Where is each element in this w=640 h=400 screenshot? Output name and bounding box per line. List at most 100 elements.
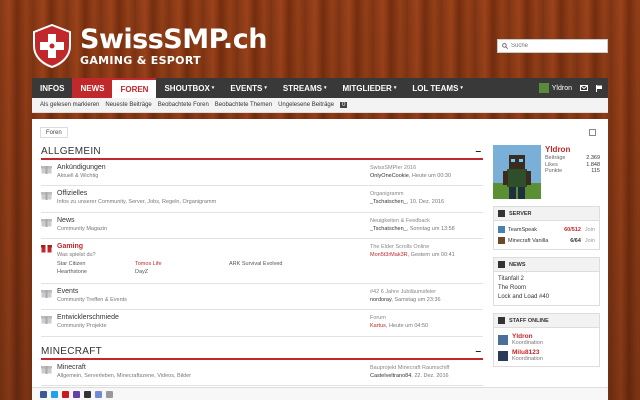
- chevron-down-icon: ▾: [323, 85, 327, 91]
- last-post-user[interactable]: Mon5t3rMak3R: [370, 252, 408, 258]
- search-input[interactable]: [511, 43, 607, 49]
- last-post-title[interactable]: The Elder Scrolls Online: [370, 243, 480, 251]
- search-icon: [502, 43, 508, 49]
- subforum-link[interactable]: ARK Survival Evolved: [229, 260, 329, 268]
- nav-shoutbox[interactable]: SHOUTBOX ▾: [156, 78, 222, 98]
- last-post-title[interactable]: SwissSMPler 2016: [370, 164, 480, 172]
- subnav-mark-read[interactable]: Als gelesen markieren: [40, 102, 99, 108]
- staff-member[interactable]: Yldron Koordination: [498, 333, 595, 347]
- forum-desc: Community Treffen & Events: [57, 297, 127, 303]
- last-post-user[interactable]: Castelveltrano84: [370, 373, 411, 379]
- subforum-link[interactable]: [229, 268, 329, 276]
- gift-icon: [41, 219, 52, 227]
- forum-desc: Aktuell & Wichtig: [57, 173, 99, 179]
- avatar[interactable]: [493, 145, 541, 199]
- forum-title[interactable]: Offizielles: [57, 189, 305, 198]
- forum-title[interactable]: Minecraft: [57, 363, 305, 372]
- gift-icon: [41, 366, 52, 374]
- profile-box: Yldron Beiträge 2.369 Likes 1.848 Punkte 11…: [493, 145, 600, 199]
- subnav-newest-posts[interactable]: Neueste Beiträge: [105, 102, 151, 108]
- news-item[interactable]: The Room: [498, 284, 595, 293]
- server-icon: [498, 210, 505, 217]
- news-item[interactable]: Lock and Load #40: [498, 293, 595, 302]
- subforum-link[interactable]: Hearthstone: [57, 268, 135, 276]
- forum-row[interactable]: Offizielles Infos zu unserer Community, …: [41, 186, 483, 213]
- subnav-watched-threads[interactable]: Beobachtete Themen: [215, 102, 272, 108]
- last-post: Bauprojekt Minecraft Raumschiff Castelve…: [370, 364, 480, 380]
- forum-title[interactable]: Events: [57, 287, 305, 296]
- forum-row[interactable]: Events Community Treffen & Events #42 6 …: [41, 284, 483, 310]
- subforum-link[interactable]: Star Citizen: [57, 260, 135, 268]
- last-post-title[interactable]: Bauprojekt Minecraft Raumschiff: [370, 364, 480, 372]
- news-item[interactable]: Titanfall 2: [498, 275, 595, 284]
- forum-desc: Was spielst du?: [57, 252, 96, 258]
- avatar: [538, 83, 549, 93]
- nav-streams[interactable]: STREAMS ▾: [275, 78, 335, 98]
- forum-row[interactable]: Minecraft Allgemein, Serverleben, Minecr…: [41, 360, 483, 386]
- subforum-link[interactable]: Tomos Life: [135, 260, 229, 268]
- nav-infos[interactable]: INFOS: [32, 78, 72, 98]
- last-post: #42 6 Jahre Jubiläumsfeier nordoray, Sam…: [370, 288, 480, 304]
- twitter-icon[interactable]: [51, 390, 58, 398]
- forum-title[interactable]: Ankündigungen: [57, 163, 305, 172]
- main-nav: INFOS NEWS FOREN SHOUTBOX ▾ EVENTS ▾ STREA…: [32, 78, 608, 98]
- last-post-user[interactable]: Kartus: [370, 323, 386, 329]
- steam-icon[interactable]: [84, 390, 91, 398]
- last-post-title[interactable]: #42 6 Jahre Jubiläumsfeier: [370, 288, 480, 296]
- section-header: MINECRAFT –: [41, 345, 483, 360]
- gift-icon: [41, 290, 52, 298]
- forum-row[interactable]: News Community Magazin Neuigkeiten & Fee…: [41, 213, 483, 239]
- site-title: SwissSMP.ch: [80, 23, 267, 55]
- minecraft-icon: [498, 237, 505, 244]
- forum-title[interactable]: Entwicklerschmiede: [57, 313, 305, 322]
- last-post-title[interactable]: Neuigkeiten & Feedback: [370, 217, 480, 225]
- nav-news[interactable]: NEWS: [72, 78, 113, 98]
- join-link[interactable]: Join: [585, 227, 595, 233]
- youtube-icon[interactable]: [62, 390, 69, 398]
- facebook-icon[interactable]: [40, 390, 47, 398]
- user-menu[interactable]: Yldron: [538, 83, 572, 93]
- copy-icon[interactable]: [589, 129, 596, 136]
- last-post-user[interactable]: OnlyOneCookie: [370, 173, 409, 179]
- sub-nav: Als gelesen markieren Neueste Beiträge B…: [32, 98, 608, 113]
- last-post-title[interactable]: Organigramm: [370, 190, 480, 198]
- last-post: The Elder Scrolls Online Mon5t3rMak3R, G…: [370, 243, 480, 259]
- profile-name[interactable]: Yldron: [545, 145, 600, 155]
- subforum-link[interactable]: DayZ: [135, 268, 229, 276]
- teamspeak-icon[interactable]: [106, 390, 113, 398]
- discord-icon[interactable]: [95, 390, 102, 398]
- unread-count-badge: 0: [340, 102, 348, 108]
- last-post-user[interactable]: _Tschatschen_: [370, 199, 407, 205]
- last-post-user[interactable]: nordoray: [370, 297, 391, 303]
- nav-lol-teams[interactable]: LOL TEAMS ▾: [404, 78, 471, 98]
- nav-mitglieder[interactable]: MITGLIEDER ▾: [334, 78, 404, 98]
- news-icon: [498, 261, 505, 268]
- mail-icon[interactable]: [580, 85, 588, 91]
- subnav-unread-posts[interactable]: Ungelesene Beiträge: [278, 102, 334, 108]
- collapse-toggle[interactable]: –: [475, 146, 483, 157]
- forum-title[interactable]: News: [57, 216, 305, 225]
- breadcrumb[interactable]: Foren: [40, 127, 68, 138]
- nav-foren[interactable]: FOREN: [112, 78, 157, 98]
- staff-box: STAFF ONLINE Yldron Koordination Milu8123…: [493, 313, 600, 367]
- forum-row[interactable]: Entwicklerschmiede Community Projekte Fo…: [41, 310, 483, 337]
- teamspeak-icon: [498, 226, 505, 233]
- forum-row[interactable]: Ankündigungen Aktuell & Wichtig SwissSMP…: [41, 160, 483, 186]
- join-link[interactable]: Join: [585, 238, 595, 244]
- forum-title[interactable]: Gaming: [57, 242, 357, 251]
- last-post: Forum Kartus, Heute um 04:50: [370, 314, 480, 330]
- flag-icon[interactable]: [596, 84, 602, 92]
- gift-icon: [41, 192, 52, 200]
- staff-member[interactable]: Milu8123 Koordination: [498, 349, 595, 363]
- subnav-watched-forums[interactable]: Beobachtete Foren: [158, 102, 209, 108]
- search-box[interactable]: [497, 39, 608, 53]
- last-post-user[interactable]: _Tschatschen_: [370, 226, 407, 232]
- forum-row[interactable]: Gaming Was spielst du? Star Citizen Tomo…: [41, 239, 483, 284]
- nav-events[interactable]: EVENTS ▾: [222, 78, 275, 98]
- twitch-icon[interactable]: [73, 390, 80, 398]
- last-post-title[interactable]: Forum: [370, 314, 480, 322]
- forum-desc: Community Projekte: [57, 323, 107, 329]
- collapse-toggle[interactable]: –: [475, 346, 483, 357]
- chevron-down-icon: ▾: [460, 85, 463, 91]
- site-logo[interactable]: SwissSMP.ch GAMING & ESPORT: [32, 24, 267, 68]
